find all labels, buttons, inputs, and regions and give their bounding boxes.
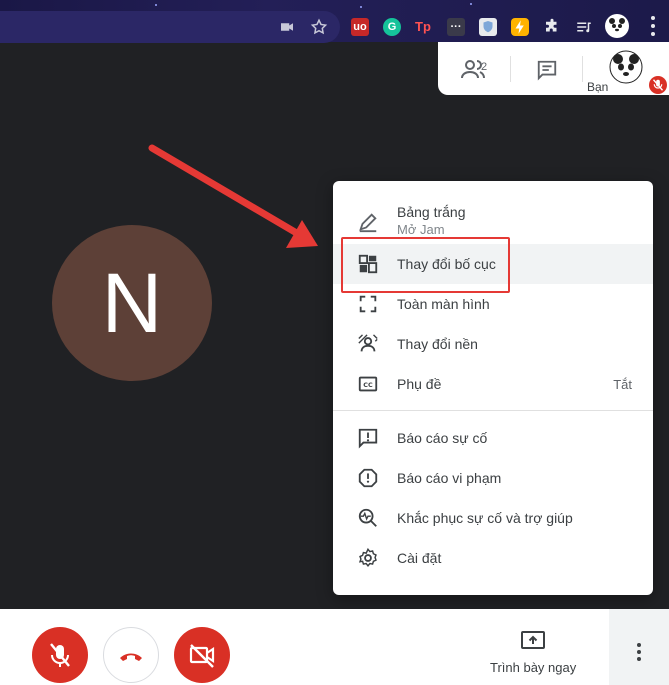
present-now-button[interactable]: Trình bày ngay — [490, 660, 576, 675]
dots-extension-icon[interactable]: ··· — [447, 18, 465, 36]
star-decoration — [155, 4, 157, 6]
chrome-menu-icon[interactable] — [650, 14, 656, 38]
menu-item-label: Báo cáo vi phạm — [397, 470, 502, 486]
menu-item-label: Toàn màn hình — [397, 296, 490, 312]
menu-item-label: Phụ đề — [397, 376, 442, 392]
menu-item-change-background[interactable]: Thay đổi nền — [333, 324, 653, 364]
camera-toggle-button[interactable] — [174, 627, 230, 683]
tp-extension-icon[interactable]: Tp — [414, 18, 432, 36]
menu-divider — [333, 410, 653, 411]
present-screen-icon[interactable] — [521, 631, 545, 651]
fullscreen-icon — [357, 293, 379, 315]
shield-extension-icon[interactable] — [479, 18, 497, 36]
bolt-extension-icon[interactable] — [511, 18, 529, 36]
pencil-icon — [357, 211, 379, 233]
divider — [582, 56, 583, 82]
star-decoration — [470, 3, 472, 5]
report-abuse-icon — [357, 467, 379, 489]
media-queue-icon[interactable] — [575, 18, 593, 36]
menu-item-troubleshoot[interactable]: Khắc phục sự cố và trợ giúp — [333, 498, 653, 538]
grammarly-extension-icon[interactable]: G — [383, 18, 401, 36]
meeting-info-panel: 2 Bạn — [438, 42, 669, 95]
mic-off-icon — [649, 76, 667, 94]
svg-text:CC: CC — [363, 381, 373, 389]
bookmark-star-icon[interactable] — [310, 18, 328, 36]
menu-item-settings[interactable]: Cài đặt — [333, 538, 653, 578]
annotation-highlight-layout — [341, 237, 510, 293]
menu-item-sublabel: Mở Jam — [397, 222, 445, 237]
more-options-button[interactable] — [628, 640, 650, 670]
menu-item-captions[interactable]: CC Phụ đề Tắt — [333, 364, 653, 404]
menu-item-label: Thay đổi nền — [397, 336, 478, 352]
self-label: Bạn — [587, 80, 609, 94]
mic-toggle-button[interactable] — [32, 627, 88, 683]
captions-icon: CC — [357, 373, 379, 395]
menu-item-label: Báo cáo sự cố — [397, 430, 488, 446]
background-icon — [357, 333, 379, 355]
puzzle-extensions-icon[interactable] — [543, 18, 561, 36]
menu-item-label: Cài đặt — [397, 550, 442, 566]
ublock-extension-icon[interactable]: uo — [351, 18, 369, 36]
divider — [510, 56, 511, 82]
menu-item-label: Khắc phục sự cố và trợ giúp — [397, 510, 573, 526]
menu-item-label: Bảng trắng — [397, 204, 466, 220]
mic-off-icon — [50, 643, 70, 667]
captions-state: Tắt — [613, 377, 632, 392]
participants-count: 2 — [481, 61, 488, 73]
profile-avatar-icon[interactable] — [605, 14, 629, 38]
camera-icon[interactable] — [278, 18, 296, 36]
star-decoration — [360, 6, 362, 8]
camera-off-icon — [189, 644, 215, 668]
chat-icon[interactable] — [536, 59, 558, 81]
report-problem-icon — [357, 427, 379, 449]
menu-item-report-problem[interactable]: Báo cáo sự cố — [333, 418, 653, 458]
hang-up-icon — [120, 653, 142, 661]
menu-item-report-abuse[interactable]: Báo cáo vi phạm — [333, 458, 653, 498]
leave-call-button[interactable] — [103, 627, 159, 683]
annotation-arrow — [148, 144, 318, 248]
troubleshoot-icon — [357, 507, 379, 529]
self-avatar[interactable] — [609, 50, 643, 84]
settings-icon — [357, 547, 379, 569]
